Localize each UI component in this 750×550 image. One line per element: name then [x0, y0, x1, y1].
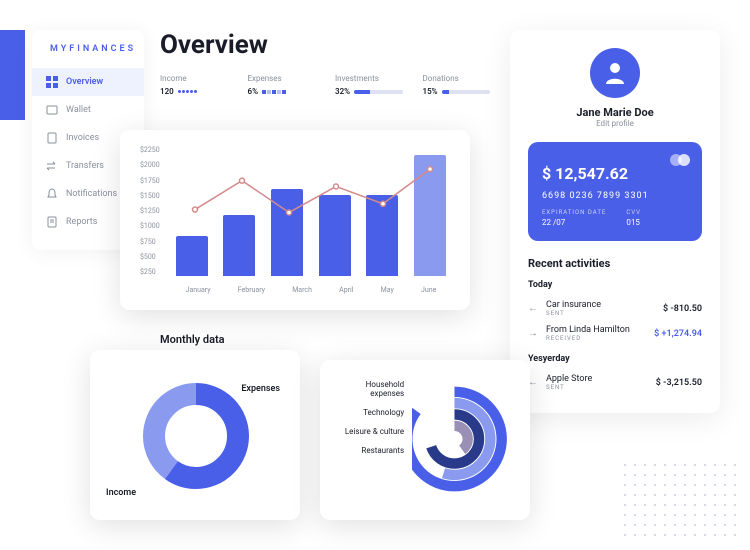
wallet-icon — [46, 104, 58, 116]
bar — [319, 195, 351, 276]
bar — [223, 215, 255, 276]
right-panel: Jane Marie Doe Edit profile $ 12,547.62 … — [510, 30, 720, 413]
bell-icon — [46, 188, 58, 200]
grid-icon — [46, 76, 58, 88]
transfers-icon — [46, 160, 58, 172]
progress-bar — [442, 90, 490, 94]
logo: MYFINANCES — [32, 44, 144, 68]
donut-chart-card: Expenses Income — [90, 350, 300, 520]
invoice-icon — [46, 132, 58, 144]
progress-bar — [354, 90, 402, 94]
sidebar-item-label: Transfers — [66, 161, 104, 171]
y-axis: $2250$2000$1750$1500$1250$1000$750$500$2… — [140, 146, 160, 276]
activity-row[interactable]: →From Linda HamiltonRECEIVED$ +1,274.94 — [528, 321, 702, 346]
metric-donations: Donations 15% — [423, 74, 491, 96]
day-label: Today — [528, 280, 702, 290]
radial-labels: Household expensesTechnologyLeisure & cu… — [334, 374, 404, 506]
recent-list: Today ←Car insuranceSENT$ -810.50→From Li… — [528, 280, 702, 395]
sidebar-item-label: Notifications — [66, 189, 117, 199]
donut-label-income: Income — [106, 488, 136, 498]
user-name: Jane Marie Doe — [528, 106, 702, 119]
sidebar-item-label: Overview — [66, 77, 103, 87]
arrow-out-icon: ← — [528, 303, 540, 314]
monthly-data-title: Monthly data — [160, 333, 225, 346]
activity-row[interactable]: ←Apple StoreSENT$ -3,215.50 — [528, 370, 702, 395]
activity-amount: $ +1,274.94 — [654, 329, 702, 339]
radial-chart — [412, 374, 516, 504]
activity-amount: $ -3,215.50 — [656, 378, 702, 388]
bar — [271, 189, 303, 276]
decorative-dots — [620, 460, 740, 540]
card-balance: $ 12,547.62 — [542, 164, 688, 183]
arrow-in-icon: → — [528, 328, 540, 339]
sidebar-item-overview[interactable]: Overview — [32, 68, 144, 96]
metric-expenses: Expenses 6% — [248, 74, 316, 96]
card-number: 6698 0236 7899 3301 — [542, 191, 688, 201]
activity-amount: $ -810.50 — [663, 304, 702, 314]
main-content: Overview Income 120 Expenses 6% Investme… — [160, 30, 490, 104]
bar-chart-card: $2250$2000$1750$1500$1250$1000$750$500$2… — [120, 130, 470, 310]
sidebar-item-wallet[interactable]: Wallet — [32, 96, 144, 124]
radial-chart-card: Household expensesTechnologyLeisure & cu… — [320, 360, 530, 520]
mastercard-icon — [670, 154, 690, 166]
sidebar-item-label: Invoices — [66, 133, 99, 143]
decorative-block — [0, 30, 25, 120]
x-axis: JanuaryFebruaryMarchAprilMayJune — [172, 286, 450, 294]
user-icon — [600, 58, 630, 88]
sidebar-item-label: Reports — [66, 217, 97, 227]
sparkline-icon — [178, 90, 197, 93]
bars — [172, 146, 450, 276]
sidebar-item-label: Wallet — [66, 105, 91, 115]
day-label: Yesyerday — [528, 354, 702, 364]
donut-label-expenses: Expenses — [241, 384, 280, 394]
avatar[interactable] — [590, 48, 640, 98]
credit-card[interactable]: $ 12,547.62 6698 0236 7899 3301 EXPIRATI… — [528, 142, 702, 241]
reports-icon — [46, 216, 58, 228]
metric-income: Income 120 — [160, 74, 228, 96]
bar — [366, 195, 398, 276]
metrics-row: Income 120 Expenses 6% Investments 32% D… — [160, 74, 490, 96]
edit-profile-link[interactable]: Edit profile — [528, 119, 702, 128]
metric-investments: Investments 32% — [335, 74, 403, 96]
bar — [414, 155, 446, 276]
donut-chart — [136, 376, 256, 496]
activity-row[interactable]: ←Car insuranceSENT$ -810.50 — [528, 296, 702, 321]
bar — [176, 236, 208, 276]
page-title: Overview — [160, 30, 490, 60]
recent-activities-title: Recent activities — [528, 257, 702, 270]
mini-bars-icon — [262, 90, 286, 94]
